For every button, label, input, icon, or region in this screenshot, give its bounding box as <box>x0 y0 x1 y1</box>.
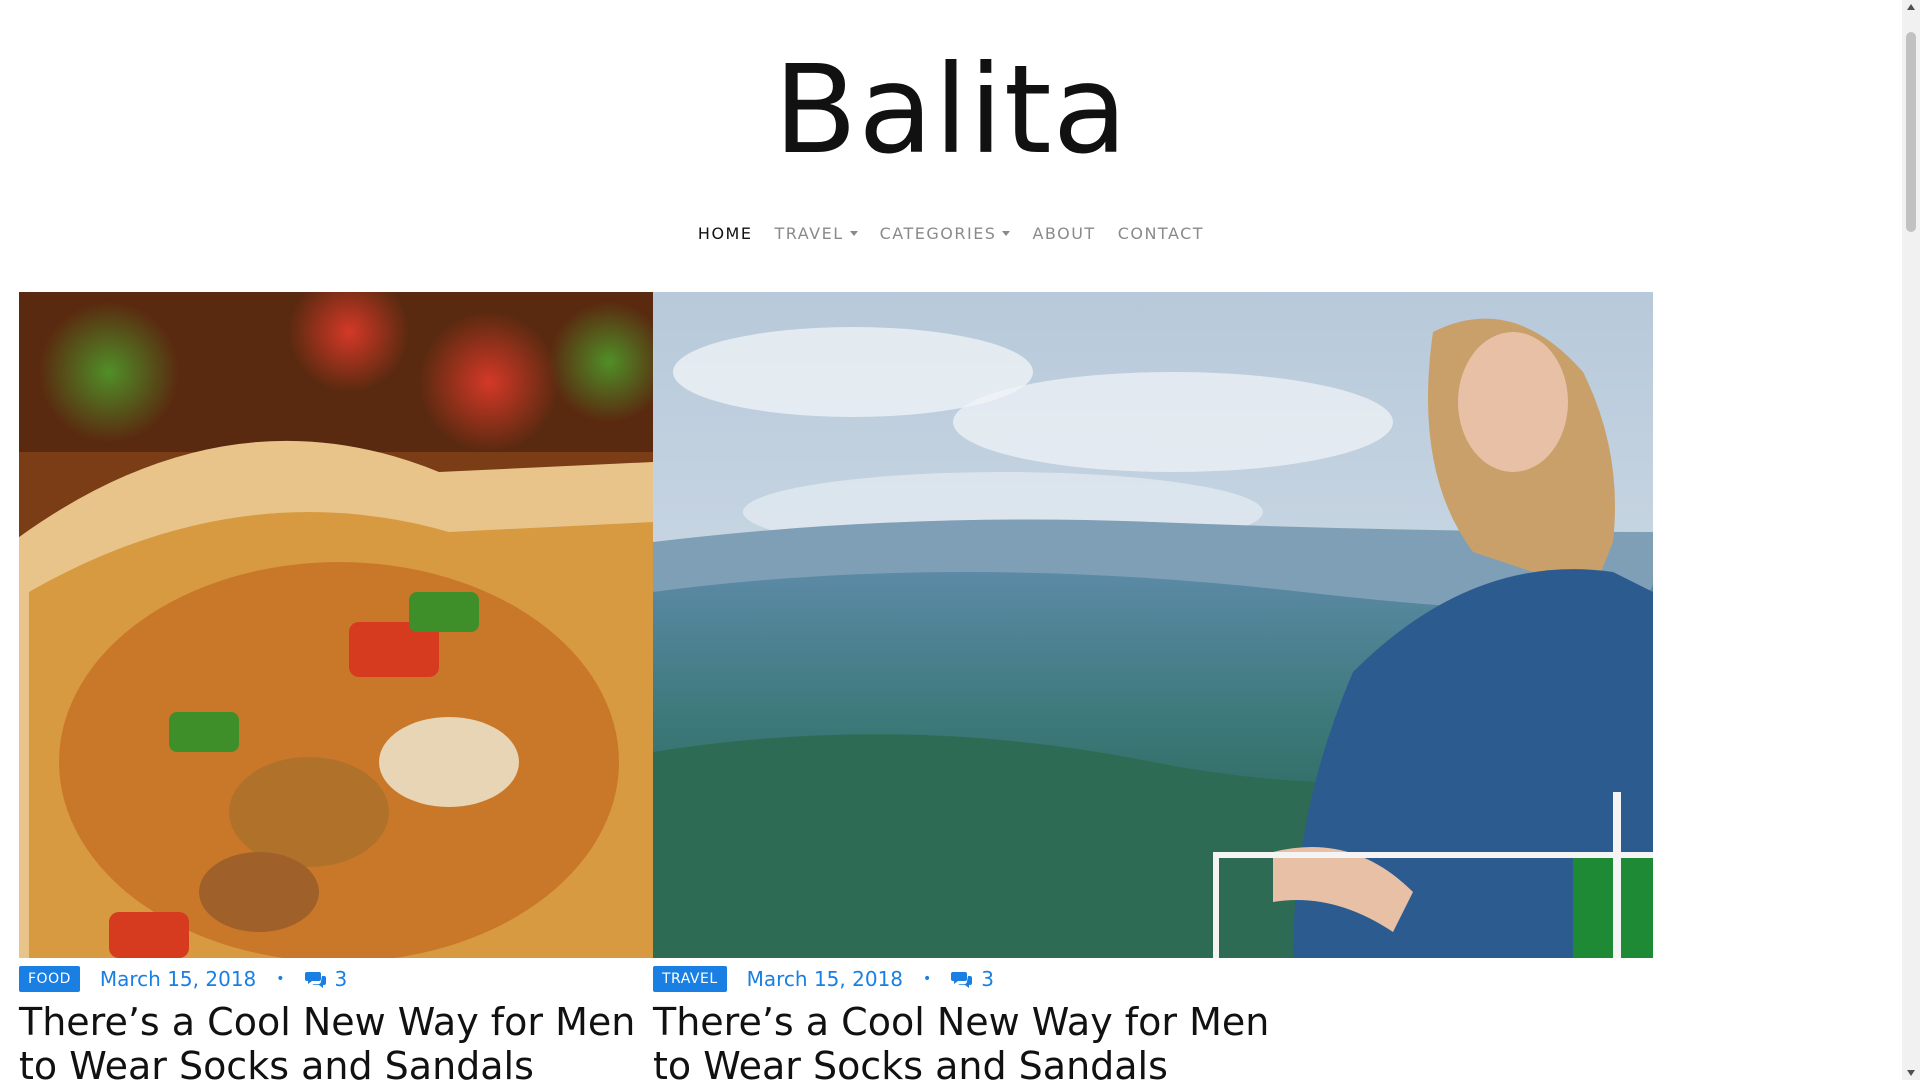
comments-icon <box>951 972 973 988</box>
category-badge[interactable]: TRAVEL <box>653 966 727 992</box>
nav-item-contact[interactable]: CONTACT <box>1118 224 1204 243</box>
nav-item-categories[interactable]: CATEGORIES <box>880 224 1011 243</box>
scroll-up-icon[interactable] <box>1907 4 1915 10</box>
travel-image-art <box>653 292 1653 958</box>
comments-icon <box>304 972 326 988</box>
post-date: March 15, 2018 <box>99 967 257 991</box>
page: Balita HOME TRAVEL CATEGORIES ABOUT CONT… <box>0 0 1920 1080</box>
post-meta: FOOD March 15, 2018 • 3 <box>19 966 347 992</box>
travel-mountain-woman-image[interactable] <box>653 292 1653 958</box>
caret-down-icon <box>1002 231 1011 236</box>
post-meta: TRAVEL March 15, 2018 • 3 <box>653 966 994 992</box>
nav-item-label: CATEGORIES <box>879 224 997 243</box>
nav-item-label: CONTACT <box>1117 224 1205 243</box>
separator-dot: • <box>276 971 285 987</box>
food-burrito-image[interactable] <box>19 292 653 958</box>
food-image-art <box>19 292 653 958</box>
page-scrollbar[interactable] <box>1902 0 1920 1080</box>
nav-item-home[interactable]: HOME <box>698 224 753 243</box>
nav-item-label: ABOUT <box>1032 224 1096 243</box>
comments-number: 3 <box>334 967 348 991</box>
nav-item-label: HOME <box>697 224 753 243</box>
nav-item-label: TRAVEL <box>774 224 844 243</box>
main-nav: HOME TRAVEL CATEGORIES ABOUT CONTACT <box>0 224 1902 243</box>
separator-dot: • <box>923 971 932 987</box>
comments-count[interactable]: 3 <box>304 967 348 991</box>
post-date: March 15, 2018 <box>746 967 904 991</box>
post-title[interactable]: There’s a Cool New Way for Men to Wear S… <box>19 1000 639 1080</box>
scroll-thumb[interactable] <box>1906 32 1916 232</box>
site-brand[interactable]: Balita <box>0 40 1902 180</box>
post-title[interactable]: There’s a Cool New Way for Men to Wear S… <box>653 1000 1273 1080</box>
comments-count[interactable]: 3 <box>951 967 994 991</box>
comments-number: 3 <box>981 967 995 991</box>
category-badge[interactable]: FOOD <box>19 966 80 992</box>
caret-down-icon <box>849 231 858 236</box>
nav-item-about[interactable]: ABOUT <box>1032 224 1095 243</box>
scroll-down-icon[interactable] <box>1907 1070 1915 1076</box>
nav-item-travel[interactable]: TRAVEL <box>774 224 858 243</box>
